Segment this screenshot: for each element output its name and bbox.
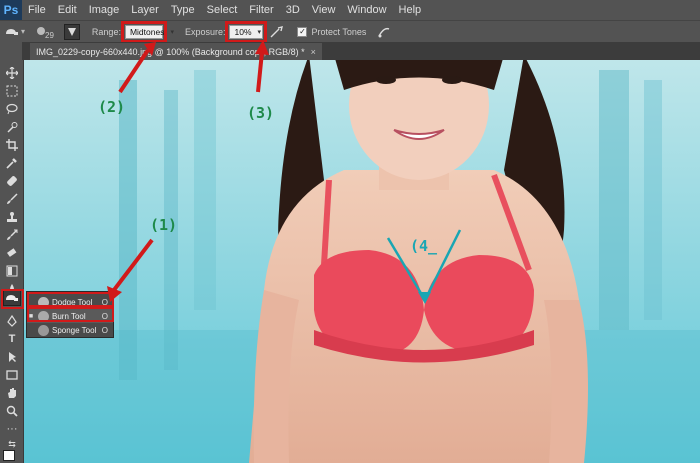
- annotation-label-4: (4_: [410, 237, 438, 255]
- arrow-tool: [112, 238, 154, 292]
- annotation-label-1: (1): [150, 216, 178, 234]
- arrow-exposure: [256, 51, 264, 93]
- annotation-label-3: (3): [247, 104, 275, 122]
- arrow-range: [118, 48, 150, 94]
- arrow-cyan-head: [418, 292, 431, 304]
- annotation-arrows: [107, 40, 462, 304]
- arrow-exposure-head: [255, 40, 269, 55]
- annotation-label-2: (2): [98, 98, 126, 116]
